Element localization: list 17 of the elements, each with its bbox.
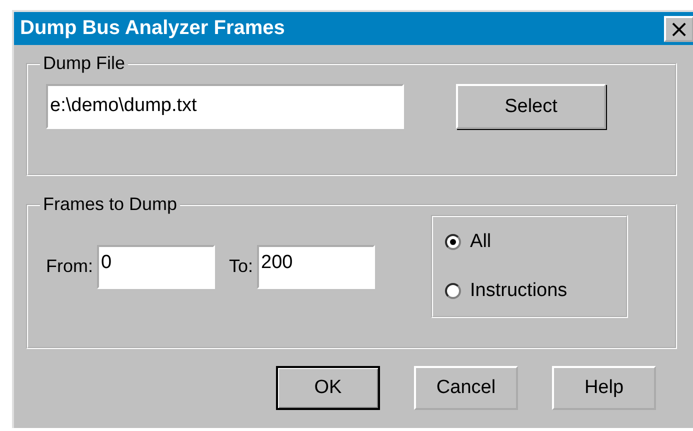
to-label: To: (229, 256, 254, 277)
from-field[interactable]: 0 (97, 244, 215, 288)
radio-option[interactable]: All (445, 230, 626, 253)
to-field[interactable]: 200 (257, 244, 376, 288)
window-title: Dump Bus Analyzer Frames (19, 17, 285, 40)
from-label: From: (46, 256, 93, 277)
file-path-field[interactable]: e:\demo\dump.txt (46, 84, 404, 129)
select-button[interactable]: Select (456, 84, 606, 129)
dialog-button[interactable]: OK (276, 366, 380, 410)
close-button[interactable]: × (664, 16, 693, 42)
radio-button[interactable] (445, 283, 462, 300)
radio-button[interactable] (445, 234, 462, 250)
group-label: Frames to Dump (42, 194, 178, 215)
dialog-button[interactable]: Cancel (414, 366, 518, 410)
radio-option[interactable]: Instructions (445, 280, 626, 302)
dialog-button[interactable]: Help (552, 366, 656, 410)
group-label: Dump File (42, 53, 126, 74)
